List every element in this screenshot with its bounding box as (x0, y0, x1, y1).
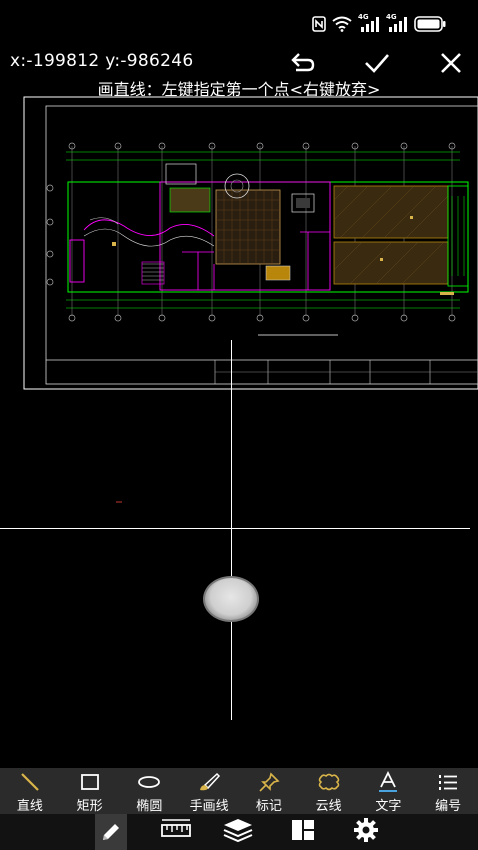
cad-drawing (23, 96, 478, 503)
nav-draw[interactable] (95, 814, 127, 850)
undo-button[interactable] (288, 49, 318, 77)
tool-text[interactable]: 文字 (359, 768, 419, 814)
signal-2: 4G (386, 13, 408, 32)
battery-icon (414, 16, 446, 32)
line-icon (21, 773, 39, 791)
tool-label: 直线 (16, 799, 43, 814)
layers-icon (223, 819, 253, 843)
ellipse-icon (138, 776, 161, 788)
cloud-line-icon (318, 773, 339, 791)
tool-ellipse[interactable]: 椭圆 (120, 768, 180, 814)
signal-1: 4G (358, 13, 380, 32)
signal-bars-icon (361, 17, 379, 32)
check-icon (365, 54, 389, 73)
tool-numbering[interactable]: 编号 (418, 768, 478, 814)
confirm-button[interactable] (362, 49, 392, 77)
tool-freehand[interactable]: 手画线 (179, 768, 239, 814)
command-bar: x:-199812 y:-986246 (0, 46, 478, 78)
nav-layers[interactable] (222, 814, 254, 846)
drawing-canvas[interactable] (0, 96, 478, 768)
tool-label: 编号 (435, 799, 462, 814)
nav-layout[interactable] (287, 814, 319, 846)
rectangle-icon (80, 774, 99, 790)
signal-bars-icon (389, 17, 407, 32)
brush-icon (200, 772, 221, 791)
tool-marker[interactable]: 标记 (239, 768, 299, 814)
close-button[interactable] (436, 49, 466, 77)
wifi-icon (332, 16, 352, 32)
status-icons: 4G 4G (312, 13, 446, 34)
tool-label: 椭圆 (136, 799, 163, 814)
pin-icon (259, 772, 280, 792)
joystick-handle[interactable] (203, 576, 259, 622)
crosshair-vertical (231, 340, 232, 720)
status-bar: 4G 4G (0, 0, 478, 46)
nav-measure[interactable] (160, 814, 192, 846)
tool-label: 矩形 (76, 799, 103, 814)
tool-label: 手画线 (189, 799, 229, 814)
tool-label: 云线 (315, 799, 342, 814)
text-icon (379, 771, 398, 792)
pencil-icon (103, 824, 119, 840)
tool-label: 标记 (255, 799, 282, 814)
coordinate-readout: x:-199812 y:-986246 (10, 51, 194, 71)
layout-icon (292, 820, 314, 840)
tool-label: 文字 (375, 799, 402, 814)
undo-icon (291, 53, 315, 72)
numbered-list-icon (439, 775, 458, 790)
ruler-icon (161, 819, 191, 837)
crosshair-horizontal (0, 528, 470, 529)
nav-settings[interactable] (350, 814, 382, 846)
bottom-nav (0, 814, 478, 850)
tool-cloud-line[interactable]: 云线 (299, 768, 359, 814)
gear-icon (354, 818, 378, 842)
tool-rectangle[interactable]: 矩形 (60, 768, 120, 814)
nfc-icon (312, 16, 326, 32)
tool-line[interactable]: 直线 (0, 768, 60, 814)
close-icon (441, 53, 461, 73)
tool-bar: 直线 矩形 椭圆 手画线 标记 云线 文字 编号 (0, 768, 478, 814)
